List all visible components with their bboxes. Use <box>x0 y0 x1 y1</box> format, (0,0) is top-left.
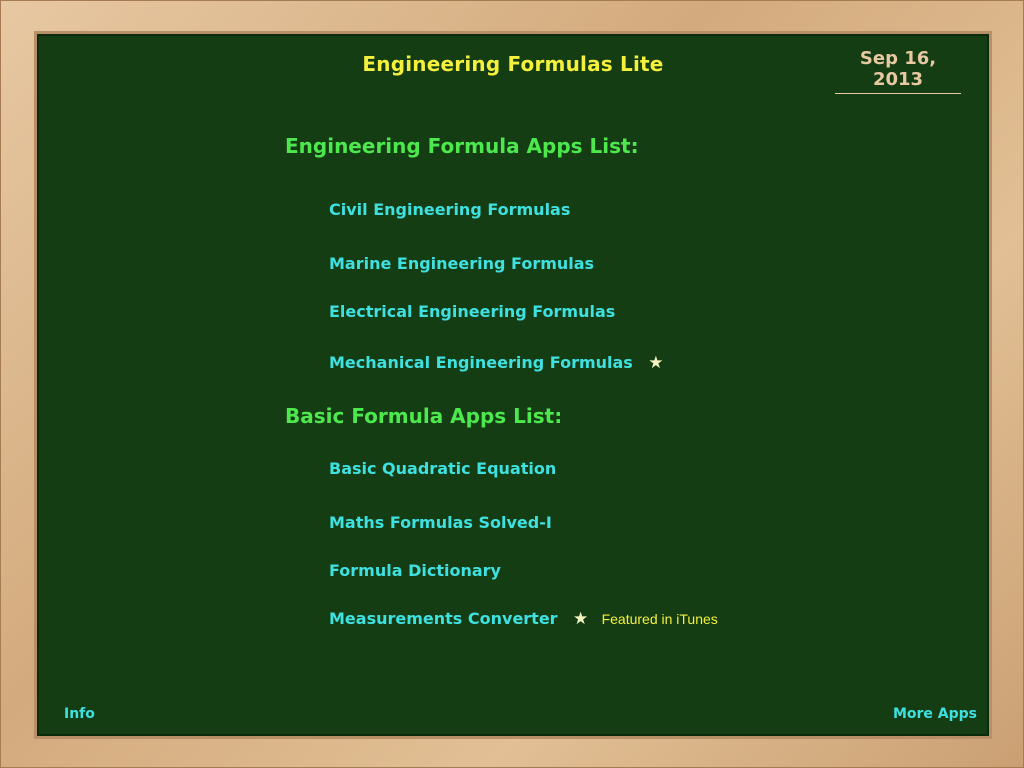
app-link-measurements-converter[interactable]: Measurements Converter ★ Featured in iTu… <box>329 609 718 628</box>
section-title-basic: Basic Formula Apps List: <box>285 404 563 428</box>
app-link-formula-dictionary[interactable]: Formula Dictionary <box>329 561 501 580</box>
app-link-label: Marine Engineering Formulas <box>329 254 595 273</box>
app-link-civil[interactable]: Civil Engineering Formulas <box>329 200 570 219</box>
featured-note: Featured in iTunes <box>601 610 718 627</box>
app-link-label: Mechanical Engineering Formulas <box>329 353 633 372</box>
wood-frame: Engineering Formulas Lite Sep 16, 2013 E… <box>0 0 1024 768</box>
app-link-label: Basic Quadratic Equation <box>329 459 557 478</box>
info-button[interactable]: Info <box>64 706 95 722</box>
app-link-maths-solved[interactable]: Maths Formulas Solved-I <box>329 513 552 532</box>
app-link-label: Electrical Engineering Formulas <box>329 302 616 321</box>
chalkboard: Engineering Formulas Lite Sep 16, 2013 E… <box>37 34 989 736</box>
app-link-label: Maths Formulas Solved-I <box>329 513 552 532</box>
app-link-quadratic[interactable]: Basic Quadratic Equation <box>329 459 556 478</box>
app-link-label: Measurements Converter <box>329 609 558 628</box>
star-icon: ★ <box>572 608 589 629</box>
app-link-label: Civil Engineering Formulas <box>329 200 571 219</box>
app-link-mechanical[interactable]: Mechanical Engineering Formulas ★ <box>329 353 665 372</box>
date-label: Sep 16, 2013 <box>835 48 961 94</box>
app-link-marine[interactable]: Marine Engineering Formulas <box>329 254 594 273</box>
section-title-engineering: Engineering Formula Apps List: <box>285 134 639 158</box>
more-apps-button[interactable]: More Apps <box>893 706 977 722</box>
app-link-electrical[interactable]: Electrical Engineering Formulas <box>329 302 615 321</box>
star-icon: ★ <box>648 352 664 373</box>
app-link-label: Formula Dictionary <box>329 561 501 580</box>
